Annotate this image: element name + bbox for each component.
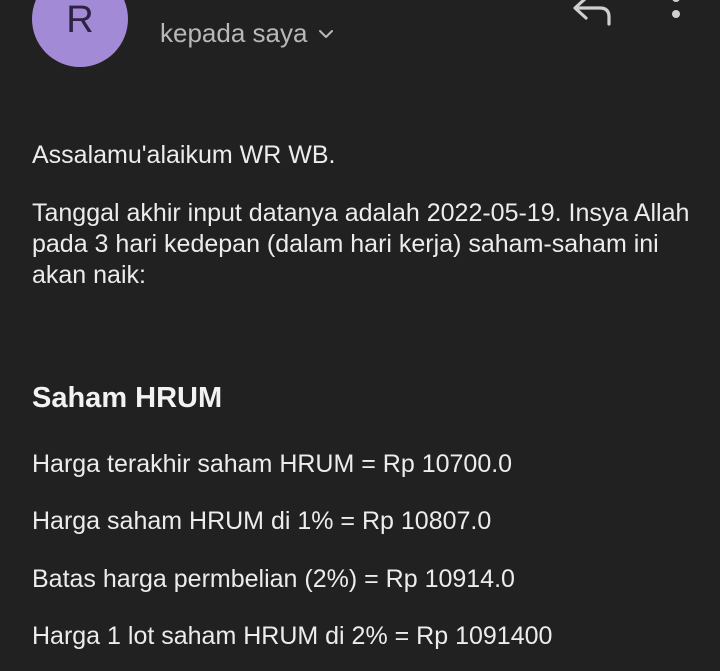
avatar-letter: R [66,0,94,41]
more-vertical-icon [672,0,680,18]
price-line: Harga saham HRUM di 1% = Rp 10807.0 [32,507,492,535]
intro-text: Tanggal akhir input datanya adalah 2022-… [32,199,690,289]
price-line: Harga 1 lot saham HRUM di 2% = Rp 109140… [32,622,553,650]
stock-heading: Saham HRUM [32,382,223,414]
price-line: Batas harga permbelian (2%) = Rp 10914.0 [32,565,515,593]
more-options-button[interactable] [662,0,690,34]
chevron-down-icon [317,25,335,43]
recipient-label: kepada saya [160,18,308,48]
greeting-text: Assalamu'alaikum WR WB. [32,141,336,169]
sender-avatar[interactable]: R [32,0,128,67]
reply-button[interactable] [570,0,616,34]
email-view: R kepada saya Assalamu'alaikum WR WB. Ta… [0,0,720,671]
sender-name-fragment [302,0,368,2]
price-line: Harga terakhir saham HRUM = Rp 10700.0 [32,450,513,478]
reply-icon [573,0,611,26]
recipient-toggle[interactable]: kepada saya [160,18,335,49]
